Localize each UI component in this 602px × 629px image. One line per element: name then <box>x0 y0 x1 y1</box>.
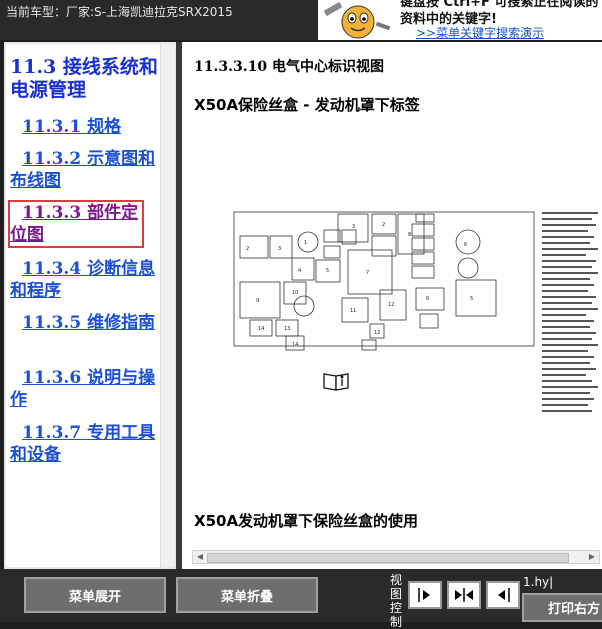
svg-text:13: 13 <box>284 326 290 332</box>
content-horizontal-scrollbar[interactable]: ◀ ▶ <box>192 550 600 564</box>
scroll-right-arrow-icon[interactable]: ▶ <box>587 552 597 562</box>
fuse-box-diagram: 2 3 1 3 2 8 7 4 5 6 6 5 9 10 11 12 14 13 14 12 <box>233 211 598 412</box>
nav-item-number: 11.3.2 <box>22 149 82 169</box>
svg-text:9: 9 <box>256 298 259 304</box>
nav-panel: 11.3 接线系统和电源管理 11.3.1 规格 11.3.2 示意图和布线图 … <box>4 42 176 569</box>
arrow-left-icon <box>498 588 510 602</box>
svg-text:6: 6 <box>464 242 467 248</box>
scrollbar-thumb[interactable] <box>207 553 569 563</box>
nav-item-number: 11.3.6 <box>22 368 82 388</box>
section-title: 11.3.3.10 电气中心标识视图 <box>194 59 384 75</box>
view-expand-right-button[interactable] <box>486 581 520 609</box>
search-tip-box: 键盘按 Ctrl+F 可搜索正在阅读的资料中的关键字! >>菜单关键字搜索演示 <box>394 0 602 40</box>
scroll-left-arrow-icon[interactable]: ◀ <box>195 552 205 562</box>
svg-text:3: 3 <box>278 246 281 252</box>
menu-expand-button[interactable]: 菜单展开 <box>24 577 166 613</box>
menu-collapse-button[interactable]: 菜单折叠 <box>176 577 318 613</box>
svg-text:2: 2 <box>382 222 385 228</box>
nav-tree: 11.3 接线系统和电源管理 11.3.1 规格 11.3.2 示意图和布线图 … <box>6 44 160 567</box>
nav-item-diagnostics[interactable]: 11.3.4 诊断信息和程序 <box>10 258 158 302</box>
nav-item-label: 规格 <box>87 117 122 137</box>
current-car-model: 当前车型：厂家:S-上海凯迪拉克SRX2015 <box>6 5 233 19</box>
svg-text:14: 14 <box>292 342 298 348</box>
print-right-button[interactable]: 打印右方 <box>522 593 602 622</box>
nav-item-number: 11.3.7 <box>22 423 82 443</box>
nav-item-number: 11.3.1 <box>22 117 82 137</box>
svg-text:8: 8 <box>408 232 411 238</box>
svg-text:4: 4 <box>298 268 301 274</box>
svg-text:12: 12 <box>388 302 394 308</box>
svg-text:7: 7 <box>366 270 369 276</box>
svg-text:14: 14 <box>258 326 264 332</box>
svg-text:11: 11 <box>350 308 356 314</box>
svg-text:10: 10 <box>292 290 298 296</box>
manual-book-icon <box>323 373 349 391</box>
nav-item-component-locator[interactable]: 11.3.3 部件定位图 <box>8 200 144 248</box>
svg-text:5: 5 <box>326 268 329 274</box>
view-control-label: 视图控制 <box>390 573 403 629</box>
file-name-text: 1.hy| <box>523 575 554 589</box>
view-split-button[interactable] <box>447 581 481 609</box>
svg-text:6: 6 <box>426 296 429 302</box>
search-demo-link[interactable]: >>菜单关键字搜索演示 <box>416 24 544 40</box>
nav-item-number: 11.3.3 <box>22 203 82 223</box>
nav-item-label: 维修指南 <box>87 313 156 333</box>
bottom-toolbar: 菜单展开 菜单折叠 视图控制 1.hy| 打印右方 <box>0 569 602 629</box>
mascot-image <box>318 0 394 40</box>
nav-item-specs[interactable]: 11.3.1 规格 <box>10 116 158 138</box>
split-arrows-icon <box>455 588 473 602</box>
nav-item-number: 11.3.5 <box>22 313 82 333</box>
nav-item-schematics[interactable]: 11.3.2 示意图和布线图 <box>10 148 158 192</box>
fuse-box-usage-heading: X50A发动机罩下保险丝盒的使用 <box>194 512 419 530</box>
svg-text:12: 12 <box>374 330 380 336</box>
nav-item-special-tools[interactable]: 11.3.7 专用工具和设备 <box>10 422 158 466</box>
content-panel: 11.3.3.10 电气中心标识视图 X50A保险丝盒 - 发动机罩下标签 2 … <box>182 42 602 569</box>
nav-scrollbar[interactable] <box>160 44 175 567</box>
svg-text:3: 3 <box>352 224 355 230</box>
nav-item-repair-guide[interactable]: 11.3.5 维修指南 <box>10 312 158 334</box>
view-expand-left-button[interactable] <box>408 581 442 609</box>
svg-text:2: 2 <box>246 246 249 252</box>
fuse-box-heading: X50A保险丝盒 - 发动机罩下标签 <box>194 96 420 114</box>
svg-text:5: 5 <box>470 296 473 302</box>
nav-item-number: 11.3.4 <box>22 259 82 279</box>
nav-item-description-operation[interactable]: 11.3.6 说明与操作 <box>10 367 158 411</box>
top-header: 当前车型：厂家:S-上海凯迪拉克SRX2015 键盘按 Ctrl+F 可搜索正在… <box>0 0 602 40</box>
svg-text:1: 1 <box>304 240 307 246</box>
arrow-right-icon <box>418 588 430 602</box>
nav-section-title[interactable]: 11.3 接线系统和电源管理 <box>10 56 160 102</box>
